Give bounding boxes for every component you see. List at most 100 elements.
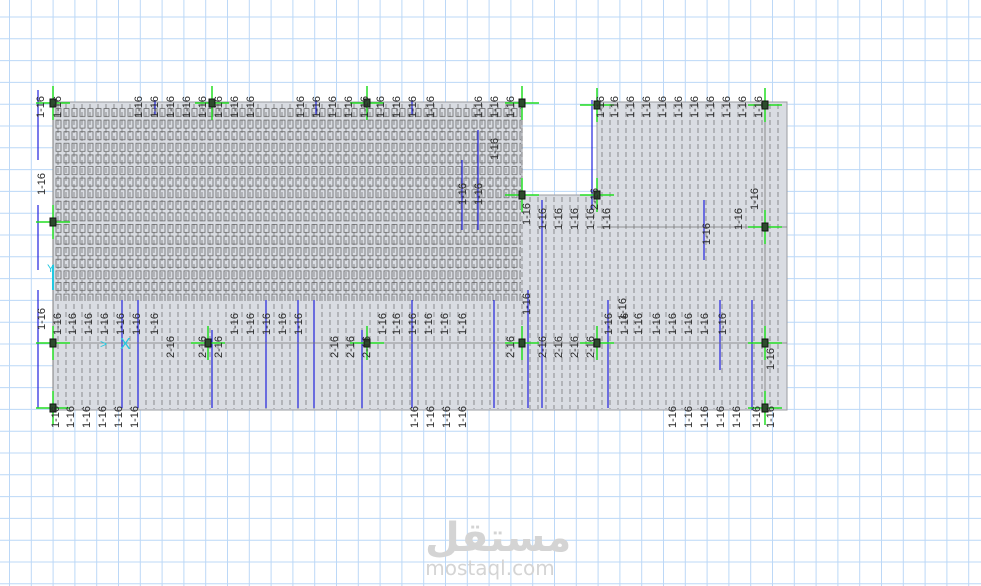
strip-label: 1-16: [595, 96, 607, 118]
column-section: [49, 217, 57, 227]
strip-label: 1-16: [83, 313, 95, 335]
column-section: [761, 222, 769, 232]
axis-y-label: Y: [47, 263, 55, 275]
strip-label: 1-16: [569, 208, 581, 230]
strip-label: 1-16: [673, 96, 685, 118]
strip-label: 1-16: [603, 313, 615, 335]
strip-label: 1-16: [633, 313, 645, 335]
strip-label: 1-16: [489, 96, 501, 118]
strip-label: 1-16: [81, 406, 93, 428]
axis-x-arrow: >: [100, 337, 107, 351]
strip-label: 1-16: [197, 96, 209, 118]
strip-label: 1-16: [149, 96, 161, 118]
strip-label: 1-16: [749, 188, 761, 210]
strip-label: 1-16: [473, 183, 485, 205]
strip-label: 1-16: [701, 223, 713, 245]
strip-label: 1-16: [50, 406, 62, 428]
strip-label: 1-16: [65, 406, 77, 428]
strip-label: 1-16: [391, 313, 403, 335]
strip-label: 1-16: [407, 313, 419, 335]
strip-label: 1-16: [473, 96, 485, 118]
waffle-region: [55, 107, 521, 301]
strip-label: 1-16: [311, 96, 323, 118]
strip-label: 1-16: [36, 173, 48, 195]
strip-label: 2-16: [213, 336, 225, 358]
strip-label: 1-16: [721, 96, 733, 118]
strip-label: 1-16: [423, 313, 435, 335]
strip-label: 1-16: [609, 96, 621, 118]
strip-label: 1-16: [705, 96, 717, 118]
strip-label: 1-16: [343, 96, 355, 118]
strip-label: 1-16: [537, 208, 549, 230]
column-section: [518, 98, 526, 108]
strip-label: 2-16: [361, 336, 373, 358]
strip-label: 1-16: [35, 96, 47, 118]
strip-label: 1-16: [731, 406, 743, 428]
drawing-canvas[interactable]: 1-16 1-16 1-16 1-16 1-16 1-16 1-16 1-16 1-16 1-16…: [0, 0, 981, 586]
strip-label: 1-16: [36, 308, 48, 330]
strip-label: 1-16: [737, 96, 749, 118]
strip-label: 1-16: [149, 313, 161, 335]
strip-label: 1-16: [585, 208, 597, 230]
strip-label: 2-16: [345, 336, 357, 358]
strip-label: 1-16: [52, 96, 64, 118]
strip-label: 2-16: [197, 336, 209, 358]
strip-label: 1-16: [115, 313, 127, 335]
strip-label: 1-16: [245, 313, 257, 335]
strip-label: 1-16: [553, 208, 565, 230]
strip-label: 1-16: [641, 96, 653, 118]
strip-label: 1-16: [753, 96, 765, 118]
strip-label: 1-16: [113, 406, 125, 428]
strip-label: 1-16: [505, 96, 517, 118]
strip-label: 1-16: [601, 208, 613, 230]
strip-label: 1-16: [717, 313, 729, 335]
strip-label: 1-16: [457, 406, 469, 428]
strip-label: 1-16: [131, 313, 143, 335]
watermark-arabic: مستقل: [425, 515, 572, 561]
strip-label: 1-16: [441, 406, 453, 428]
strip-label: 1-16: [407, 96, 419, 118]
strip-label: 1-16: [715, 406, 727, 428]
strip-label: 1-16: [699, 313, 711, 335]
strip-label: 1-16: [457, 313, 469, 335]
strip-label: 1-16: [521, 293, 533, 315]
strip-label: 1-16: [765, 348, 777, 370]
strip-label: 1-16: [99, 313, 111, 335]
strip-label: 2-16: [165, 336, 177, 358]
strip-label: 1-16: [359, 96, 371, 118]
axis-x-label: X: [120, 336, 131, 353]
strip-label: 1-16: [375, 96, 387, 118]
column-section: [518, 190, 526, 200]
strip-label: 1-16: [133, 96, 145, 118]
strip-label: 1-16: [391, 96, 403, 118]
column-section: [49, 338, 57, 348]
strip-label: 1-16: [295, 96, 307, 118]
strip-label: 1-16: [699, 406, 711, 428]
watermark-latin: mostaql.com: [425, 556, 555, 580]
strip-label: 1-16: [657, 96, 669, 118]
strip-label: 1-16: [683, 313, 695, 335]
strip-label: 1-16: [181, 96, 193, 118]
strip-label: 1-16: [165, 96, 177, 118]
strip-label: 1-16: [261, 313, 273, 335]
strip-label: 1-16: [425, 406, 437, 428]
strip-label: 1-16: [751, 406, 763, 428]
strip-label: 1-16: [733, 208, 745, 230]
strip-label: 1-16: [229, 313, 241, 335]
strip-label: 2-16: [537, 336, 549, 358]
strip-label: 1-16: [651, 313, 663, 335]
strip-label: 1-16: [409, 406, 421, 428]
strip-label: 1-16: [683, 406, 695, 428]
strip-label: 1-16: [489, 138, 501, 160]
strip-label: 2-16: [505, 336, 517, 358]
strip-label: 1-16: [457, 183, 469, 205]
strip-label: 1-16: [97, 406, 109, 428]
strip-label: 1-16: [52, 313, 64, 335]
strip-label: 2-16: [569, 336, 581, 358]
strip-label: 2-16: [585, 336, 597, 358]
strip-label: 1-16: [293, 313, 305, 335]
strip-label: 1-16: [617, 298, 629, 320]
strip-label: 1-16: [689, 96, 701, 118]
strip-label: 1-16: [667, 313, 679, 335]
strip-label: 2-16: [553, 336, 565, 358]
